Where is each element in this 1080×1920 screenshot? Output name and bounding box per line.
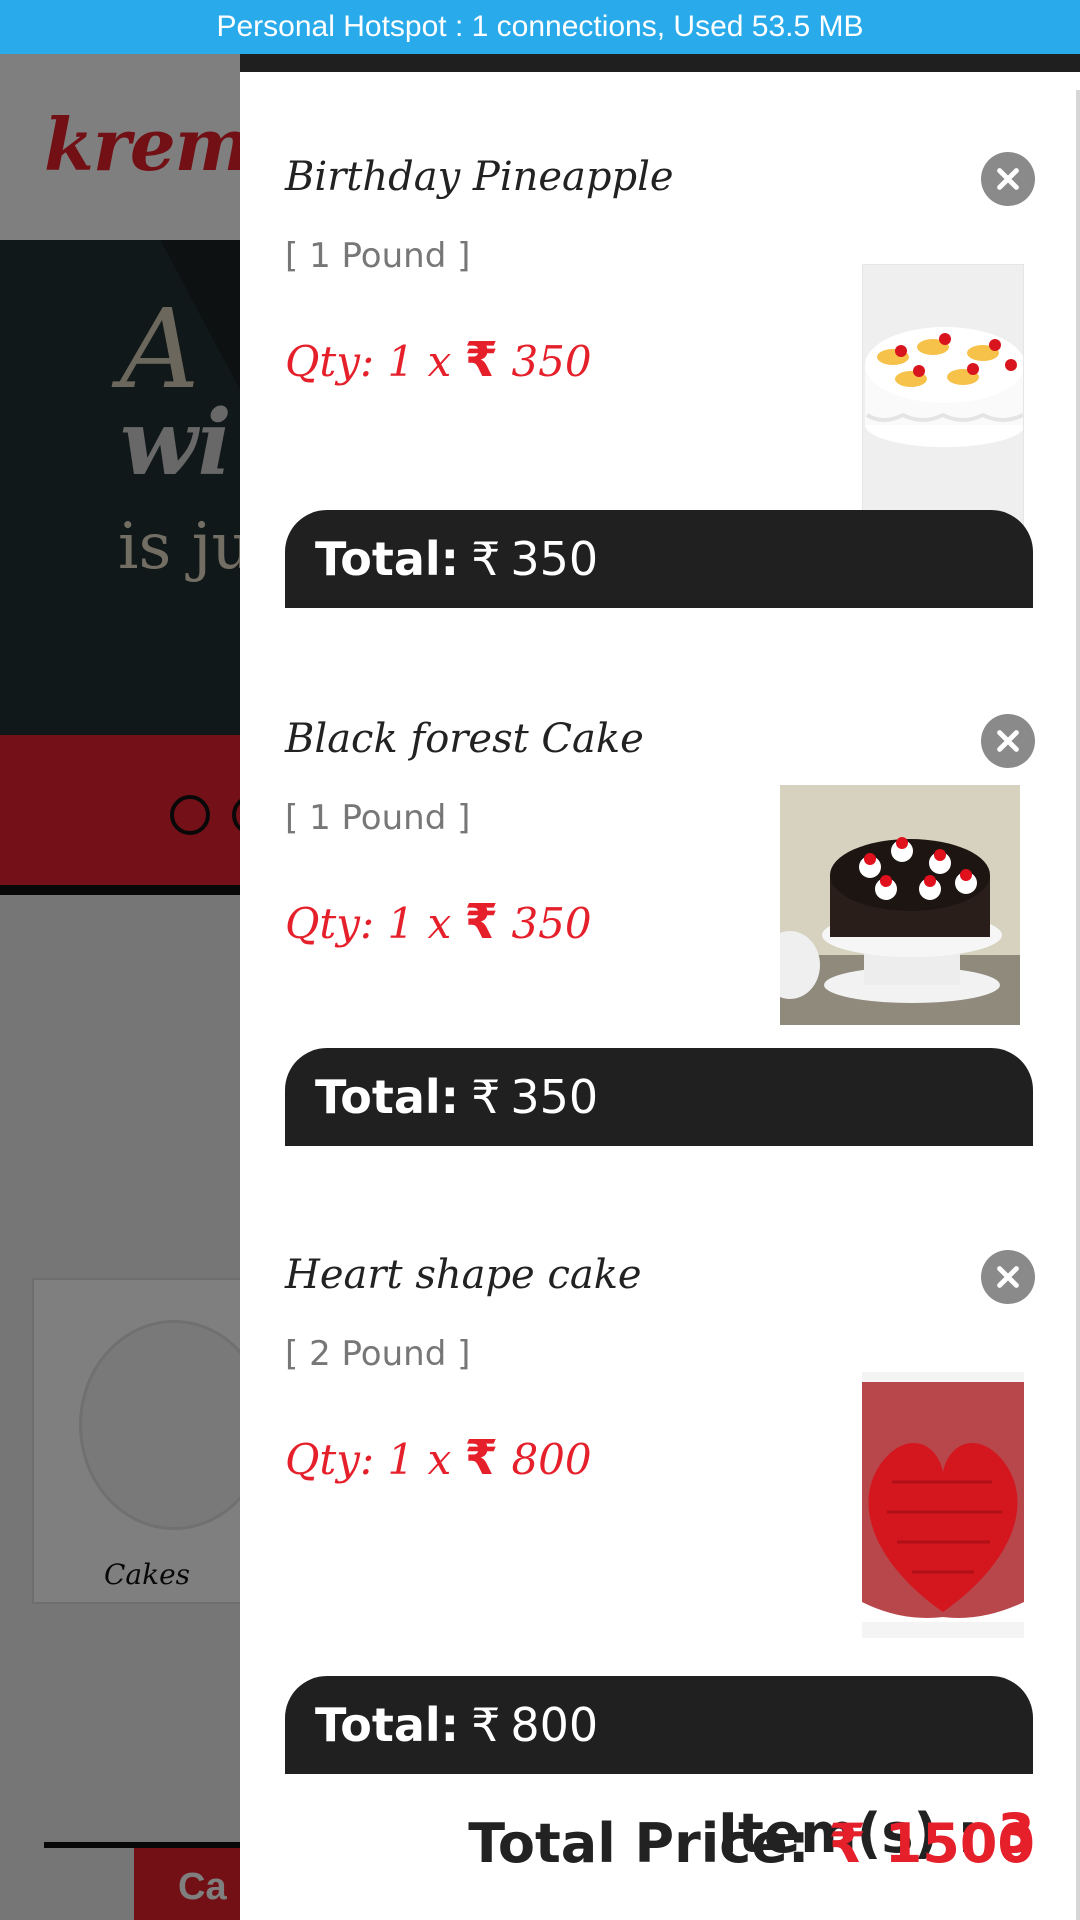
remove-item-button[interactable] [981, 152, 1035, 206]
cart-item-qty: Qty: 1 x ₹ 800 [285, 1430, 592, 1486]
cart-item-name: Heart shape cake [285, 1252, 642, 1298]
rupee-icon: ₹ [464, 332, 499, 388]
cart-item-price: 350 [511, 899, 592, 948]
cart-item-name: Black forest Cake [285, 716, 644, 762]
drawer-scrollbar[interactable] [1076, 90, 1080, 1920]
cart-item-qty: Qty: 1 x ₹ 350 [285, 332, 592, 388]
rupee-icon: ₹ [464, 894, 499, 950]
item-total-bar: Total: ₹ 800 [285, 1676, 1033, 1774]
cart-item-weight: [ 1 Pound ] [285, 236, 471, 276]
cart-item-qty-label: Qty: 1 x [285, 337, 452, 386]
item-total-bar: Total: ₹ 350 [285, 1048, 1033, 1146]
status-bar: Personal Hotspot : 1 connections, Used 5… [0, 0, 1080, 54]
heart-shape-cake-image[interactable] [862, 1372, 1024, 1638]
cart-item-weight: [ 1 Pound ] [285, 798, 471, 838]
item-total-label: Total: [315, 1070, 460, 1124]
total-price-label: Total Price: [468, 1812, 810, 1875]
cart-item-weight: [ 2 Pound ] [285, 1334, 471, 1374]
pineapple-cake-image[interactable] [862, 264, 1024, 540]
remove-item-button[interactable] [981, 1250, 1035, 1304]
status-bar-text: Personal Hotspot : 1 connections, Used 5… [216, 10, 864, 43]
cart-total-price: Total Price: ₹ 1500 [468, 1812, 1035, 1875]
item-total-label: Total: [315, 1698, 460, 1752]
cart-item-price: 350 [511, 337, 592, 386]
cart-item: Black forest Cake [ 1 Pound ] Qty: 1 x ₹… [285, 714, 1035, 1174]
remove-item-button[interactable] [981, 714, 1035, 768]
cart-item-qty-label: Qty: 1 x [285, 899, 452, 948]
cart-item-name: Birthday Pineapple [285, 154, 674, 200]
rupee-icon: ₹ [464, 1430, 499, 1486]
total-price-value: 1500 [884, 1812, 1035, 1875]
item-total-value: 800 [510, 1698, 599, 1752]
close-icon [997, 1266, 1019, 1288]
item-total-label: Total: [315, 532, 460, 586]
close-icon [997, 730, 1019, 752]
cart-item: Heart shape cake [ 2 Pound ] Qty: 1 x ₹ … [285, 1250, 1035, 1774]
cart-item-qty: Qty: 1 x ₹ 350 [285, 894, 592, 950]
cart-item: Birthday Pineapple [ 1 Pound ] Qty: 1 x … [285, 152, 1035, 612]
item-total-value: 350 [510, 532, 599, 586]
item-total-bar: Total: ₹ 350 [285, 510, 1033, 608]
cart-drawer: Birthday Pineapple [ 1 Pound ] Qty: 1 x … [240, 54, 1080, 1920]
rupee-icon: ₹ [471, 1698, 501, 1752]
close-icon [997, 168, 1019, 190]
rupee-icon: ₹ [471, 1070, 501, 1124]
cart-item-qty-label: Qty: 1 x [285, 1435, 452, 1484]
item-total-value: 350 [510, 1070, 599, 1124]
rupee-icon: ₹ [471, 532, 501, 586]
black-forest-cake-image[interactable] [780, 785, 1020, 1025]
cart-item-price: 800 [511, 1435, 592, 1484]
rupee-icon: ₹ [828, 1812, 866, 1875]
